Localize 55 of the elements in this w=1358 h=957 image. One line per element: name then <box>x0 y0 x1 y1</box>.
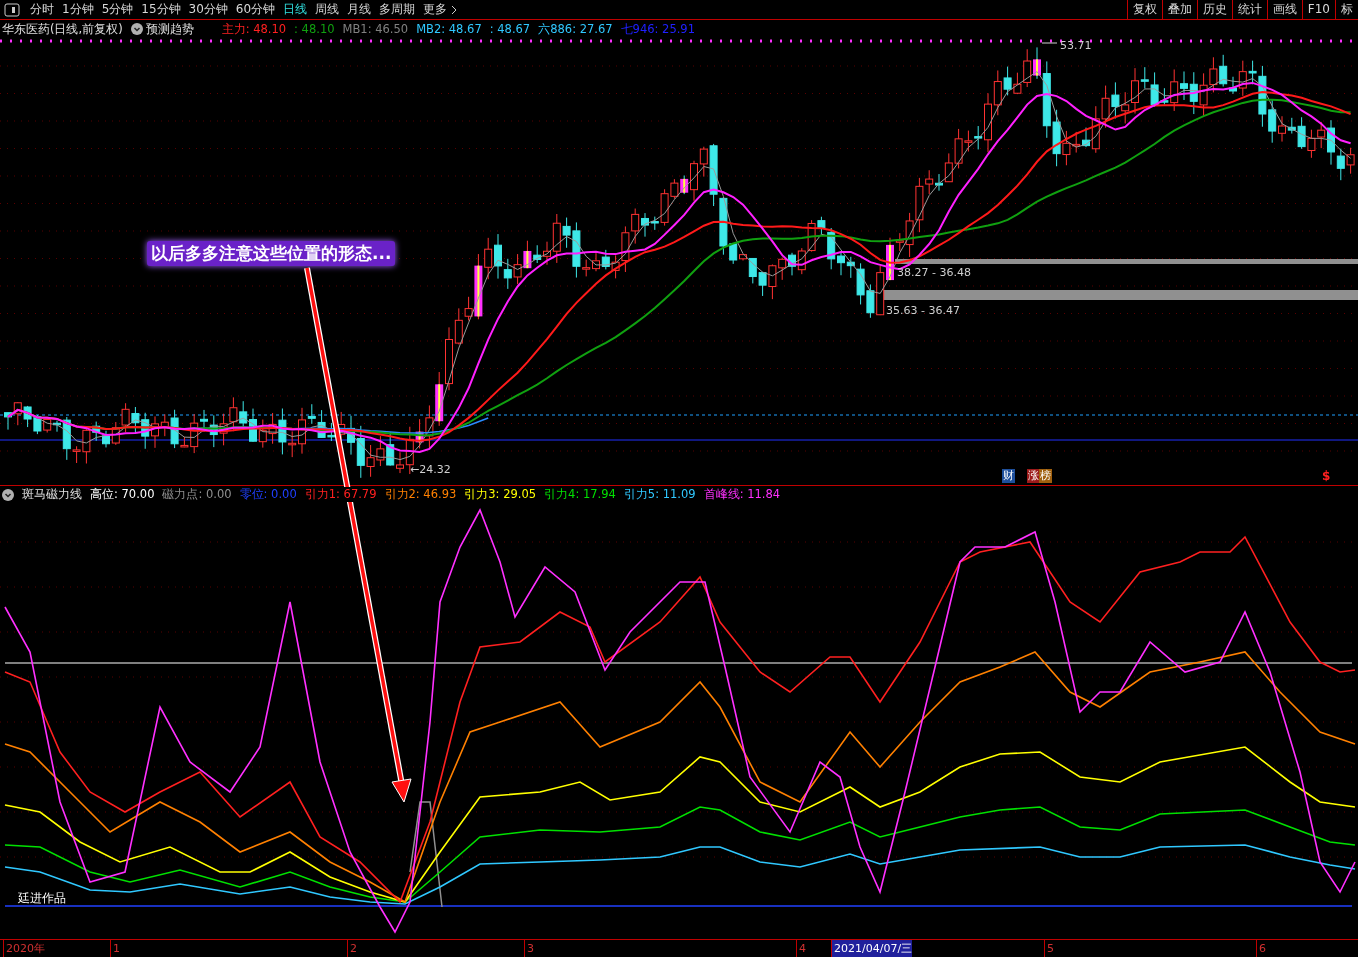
indicator-value: 引力1: 67.79 <box>304 487 377 503</box>
toolbar-button[interactable]: 标 <box>1335 0 1358 19</box>
indicator-value: 主力: 48.10 <box>221 21 287 37</box>
price-label: 53.71 <box>1060 38 1092 52</box>
axis-label: 2020年 <box>3 940 45 957</box>
axis-label: 3 <box>524 940 534 957</box>
toolbar-button[interactable]: 复权 <box>1126 0 1162 19</box>
chevron-right-icon <box>451 4 458 15</box>
stock-title: 华东医药(日线,前复权) <box>2 21 123 37</box>
axis-label: 5 <box>1044 940 1054 957</box>
trend-label[interactable]: 预测趋势 <box>145 21 194 37</box>
axis-label: 2 <box>347 940 357 957</box>
indicator-value: 零位: 0.00 <box>239 487 297 503</box>
indicator-value: 引力5: 11.09 <box>623 487 696 503</box>
price-label: 35.63 - 36.47 <box>886 303 960 317</box>
price-label: ←24.32 <box>410 462 451 476</box>
toolbar-button[interactable]: 历史 <box>1196 0 1232 19</box>
dropdown-icon[interactable] <box>130 23 143 36</box>
period-tab[interactable]: 月线 <box>343 1 376 18</box>
period-tab[interactable]: 多周期 <box>375 1 420 18</box>
toolbar-button[interactable]: F10 <box>1301 0 1335 19</box>
period-tab[interactable]: 周线 <box>311 1 344 18</box>
info-badge[interactable]: 财 <box>1002 468 1015 483</box>
axis-label: 1 <box>110 940 120 957</box>
indicator-value: 六886: 27.67 <box>538 21 613 37</box>
period-tab[interactable]: 15分钟 <box>137 1 185 18</box>
indicator-value: 引力2: 46.93 <box>384 487 457 503</box>
indicator-value: 七946: 25.91 <box>620 21 695 37</box>
more-tab[interactable]: 更多 <box>419 1 452 18</box>
indicator-value: 高位: 70.00 <box>90 487 155 503</box>
period-tab[interactable]: 5分钟 <box>97 1 138 18</box>
info-badge[interactable]: 榜 <box>1039 468 1052 483</box>
indicator-value: 磁力点: 0.00 <box>162 487 232 503</box>
cursor-date: 2021/04/07/三 <box>831 940 913 957</box>
axis-label: 4 <box>796 940 806 957</box>
toolbar-button[interactable]: 叠加 <box>1161 0 1197 19</box>
period-tab[interactable]: 30分钟 <box>184 1 232 18</box>
axis-label: 6 <box>1256 940 1266 957</box>
signal-mark: $ <box>1322 468 1331 483</box>
dropdown-icon[interactable] <box>2 489 14 501</box>
toolbar-button[interactable]: 统计 <box>1231 0 1267 19</box>
price-label: 38.27 - 36.48 <box>897 265 971 279</box>
annotation-callout: 以后多多注意这些位置的形态... <box>147 241 396 266</box>
period-tab[interactable]: 分时 <box>26 1 58 18</box>
period-tab[interactable]: 日线 <box>279 1 312 18</box>
indicator-value: 首峰线: 11.84 <box>703 487 781 503</box>
indicator-value: 引力4: 17.94 <box>544 487 616 503</box>
leader-line <box>1041 42 1058 44</box>
period-tab[interactable]: 1分钟 <box>58 1 98 18</box>
panel-toggle-icon[interactable] <box>4 2 20 17</box>
indicator-title: 斑马磁力线 <box>22 487 82 503</box>
author-signature: 廷进作品 <box>18 890 66 907</box>
period-tab[interactable]: 60分钟 <box>231 1 280 18</box>
indicator-value: 引力3: 29.05 <box>464 487 537 503</box>
toolbar-button[interactable]: 画线 <box>1266 0 1302 19</box>
